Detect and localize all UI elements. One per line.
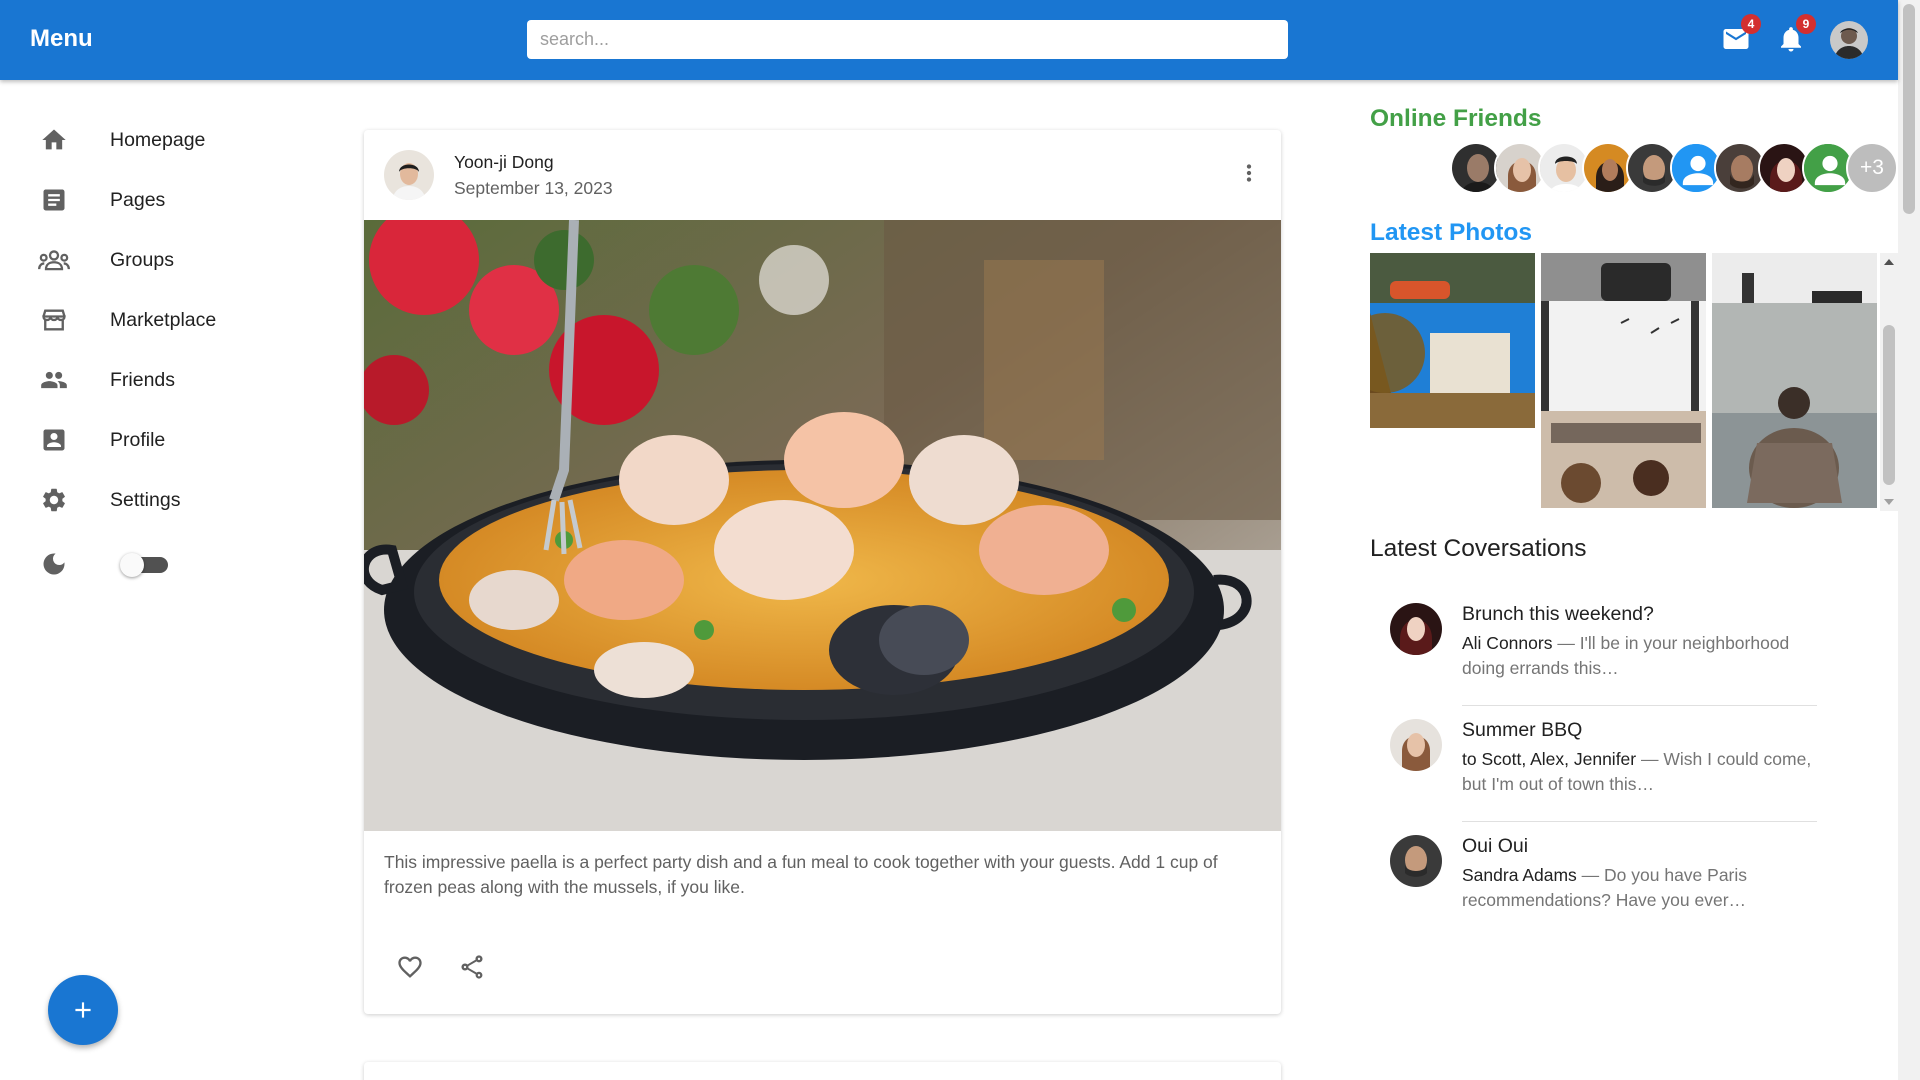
more-friends-count[interactable]: +3 xyxy=(1846,142,1898,194)
conversation-sender: Ali Connors xyxy=(1462,633,1553,653)
scroll-up-arrow-icon[interactable] xyxy=(1884,259,1894,265)
share-button[interactable] xyxy=(455,950,489,984)
conversation-title: Brunch this weekend? xyxy=(1462,603,1654,625)
conversation-avatar xyxy=(1390,603,1442,655)
post-caption: This impressive paella is a perfect part… xyxy=(384,852,1218,897)
page-scrollbar-thumb[interactable] xyxy=(1903,4,1915,214)
photo-thumbnail[interactable] xyxy=(1541,253,1706,508)
sidebar-item-settings[interactable]: Settings xyxy=(38,480,328,520)
app-bar: Menu 4 9 xyxy=(0,0,1898,80)
page-scrollbar[interactable] xyxy=(1898,0,1920,1080)
photo-thumbnail[interactable] xyxy=(1712,253,1877,508)
post-author[interactable]: Yoon-ji Dong xyxy=(454,152,554,173)
sidebar-item-label: Friends xyxy=(110,368,176,391)
moon-icon xyxy=(38,548,70,580)
conversation-snippet: Ali Connors — I'll be in your neighborho… xyxy=(1462,631,1817,681)
user-avatar[interactable] xyxy=(1830,21,1868,59)
dark-mode-toggle[interactable] xyxy=(120,553,170,577)
people-icon xyxy=(38,364,70,396)
latest-photos-title: Latest Photos xyxy=(1370,219,1532,247)
sidebar-item-groups[interactable]: Groups xyxy=(38,240,328,280)
notifications-button[interactable]: 9 xyxy=(1776,14,1816,54)
like-button[interactable] xyxy=(393,950,427,984)
photo-thumbnail[interactable] xyxy=(1370,253,1535,428)
post-photo[interactable] xyxy=(364,220,1281,831)
conversation-avatar xyxy=(1390,835,1442,887)
sidebar-item-label: Pages xyxy=(110,188,166,211)
home-icon xyxy=(38,124,70,156)
post-more-button[interactable] xyxy=(1234,158,1264,188)
account-box-icon xyxy=(38,424,70,456)
sidebar-item-label: Groups xyxy=(110,248,174,271)
sidebar-item-label: Marketplace xyxy=(110,308,217,331)
conversation-avatar xyxy=(1390,719,1442,771)
plus-icon xyxy=(75,1002,91,1018)
conversation-sender: to Scott, Alex, Jennifer xyxy=(1462,749,1637,769)
latest-conversations-title: Latest Coversations xyxy=(1370,535,1587,562)
online-friends-title-text: Online Friends xyxy=(1370,105,1542,132)
scroll-down-arrow-icon[interactable] xyxy=(1884,499,1894,505)
storefront-icon xyxy=(38,304,70,336)
sidebar-item-label: Profile xyxy=(110,428,166,451)
divider xyxy=(1462,705,1817,706)
mail-badge: 4 xyxy=(1741,14,1761,34)
add-button[interactable] xyxy=(48,975,118,1045)
gear-icon xyxy=(38,484,70,516)
article-icon xyxy=(38,184,70,216)
menu-title[interactable]: Menu xyxy=(30,25,93,53)
latest-photos-title-text: Latest Photos xyxy=(1370,219,1532,246)
share-icon xyxy=(461,955,483,979)
sidebar-item-label: Homepage xyxy=(110,128,206,151)
conversation-sender: Sandra Adams xyxy=(1462,865,1577,885)
notifications-badge: 9 xyxy=(1796,14,1816,34)
conversation-snippet: to Scott, Alex, Jennifer — Wish I could … xyxy=(1462,747,1817,797)
divider xyxy=(1462,821,1817,822)
sidebar-item-homepage[interactable]: Homepage xyxy=(38,120,328,160)
conversation-item[interactable]: Oui Oui Sandra Adams — Do you have Paris… xyxy=(1390,825,1820,941)
author-avatar[interactable] xyxy=(384,150,434,200)
sidebar-item-marketplace[interactable]: Marketplace xyxy=(38,300,328,340)
latest-photos-grid xyxy=(1370,253,1898,511)
sidebar-item-friends[interactable]: Friends xyxy=(38,360,328,400)
groups-icon xyxy=(38,244,70,276)
search-input[interactable] xyxy=(527,20,1288,59)
photos-scrollbar-thumb[interactable] xyxy=(1883,325,1895,485)
dark-mode-indicator xyxy=(38,544,98,584)
sidebar-item-pages[interactable]: Pages xyxy=(38,180,328,220)
conversation-title: Oui Oui xyxy=(1462,835,1529,857)
toggle-knob xyxy=(120,553,144,577)
sidebar-item-profile[interactable]: Profile xyxy=(38,420,328,460)
mail-button[interactable]: 4 xyxy=(1721,14,1761,54)
next-post-card xyxy=(364,1062,1281,1080)
more-vert-icon xyxy=(1246,164,1252,182)
conversation-snippet: Sandra Adams — Do you have Paris recomme… xyxy=(1462,863,1817,913)
post-card: Yoon-ji Dong September 13, 2023 This imp… xyxy=(364,130,1281,1014)
heart-outline-icon xyxy=(398,956,422,978)
conversation-item[interactable]: Summer BBQ to Scott, Alex, Jennifer — Wi… xyxy=(1390,709,1820,825)
sidebar-item-label: Settings xyxy=(110,488,181,511)
conversation-item[interactable]: Brunch this weekend? Ali Connors — I'll … xyxy=(1390,593,1820,709)
online-friends-title: Online Friends xyxy=(1370,105,1542,133)
conversation-title: Summer BBQ xyxy=(1462,719,1583,741)
post-date: September 13, 2023 xyxy=(454,178,613,198)
photos-scrollbar[interactable] xyxy=(1880,253,1898,511)
